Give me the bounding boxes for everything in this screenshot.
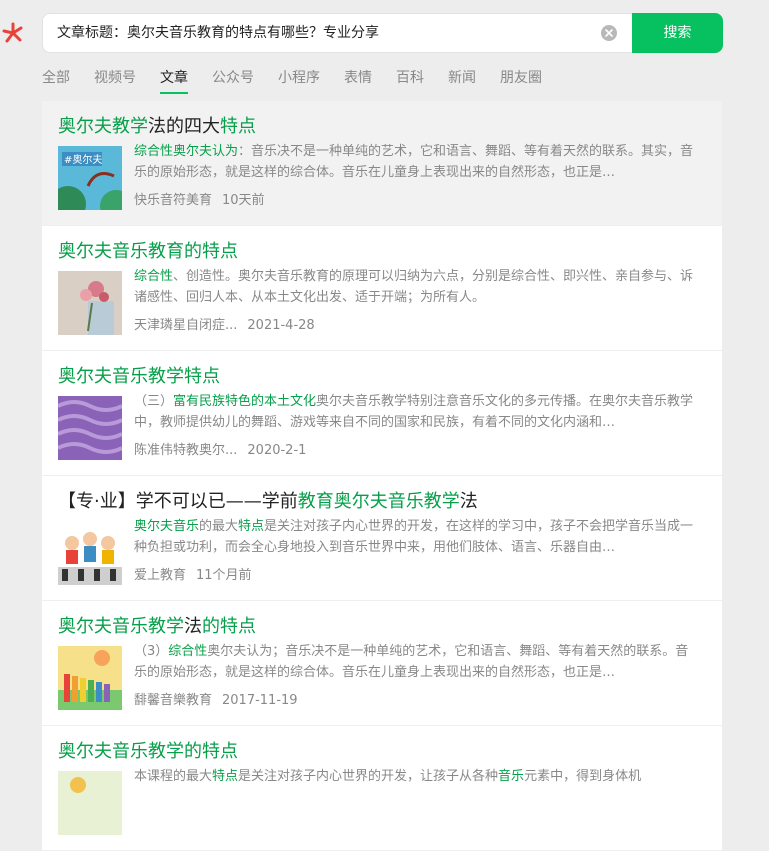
result-title[interactable]: 奥尔夫音乐教学特点 (58, 362, 220, 388)
search-results-list: 奥尔夫教学法的四大特点 #奥尔夫 综合性奥尔夫认为：音乐决不是一种单纯的艺术，它和语… (42, 101, 722, 851)
result-title-segment: 法的四大 (148, 116, 220, 137)
search-input[interactable] (57, 14, 597, 52)
result-snippet-segment: 特点 (238, 519, 265, 534)
tab-news[interactable]: 新闻 (448, 67, 476, 87)
result-title-segment: 法 (184, 616, 202, 637)
result-title-segment: 特点 (220, 116, 256, 137)
result-title-segment: 【专·业】学不可以已——学前 (58, 491, 298, 512)
svg-text:#奥尔夫: #奥尔夫 (64, 153, 102, 166)
result-snippet-segment: 是关注对孩子内心世界的开发，让孩子从各种 (238, 769, 499, 784)
result-thumbnail (58, 396, 122, 460)
result-thumbnail: #奥尔夫 (58, 146, 122, 210)
result-snippet-segment: 综合性 (134, 269, 174, 284)
tab-all[interactable]: 全部 (42, 67, 70, 87)
result-meta: 陈准伟特教奥尔... 2020-2-1 (134, 439, 306, 458)
result-meta: 爱上教育 11个月前 (134, 564, 252, 583)
result-date: 2017-11-19 (222, 693, 298, 708)
result-card[interactable]: 奥尔夫音乐教学法的特点 （3）综合性奥尔夫认为；音乐决不是一种单纯的艺术，它和语言… (42, 601, 722, 726)
tab-video-channel[interactable]: 视频号 (94, 67, 136, 87)
result-title[interactable]: 【专·业】学不可以已——学前教育奥尔夫音乐教学法 (58, 487, 478, 513)
result-title-segment: 奥尔夫音乐教学特点 (58, 366, 220, 387)
result-snippet-segment: 、创造性。奥尔夫音乐教育的原理可以归纳为六点，分别是综合性、即兴性、亲自参与、诉… (134, 269, 694, 305)
result-snippet: 综合性、创造性。奥尔夫音乐教育的原理可以归纳为六点，分别是综合性、即兴性、亲自参… (134, 266, 699, 308)
result-snippet-segment: 本课程的最大 (134, 769, 213, 784)
result-title[interactable]: 奥尔夫教学法的四大特点 (58, 112, 256, 138)
result-snippet: 奥尔夫音乐的最大特点是关注对孩子内心世界的开发，在这样的学习中，孩子不会把学音乐… (134, 516, 699, 558)
result-meta: 天津璘星自闭症... 2021-4-28 (134, 314, 315, 333)
result-source[interactable]: 陈准伟特教奥尔... (134, 443, 237, 458)
result-source[interactable]: 天津璘星自闭症... (134, 318, 237, 333)
result-title-segment: 奥尔夫音乐教学 (58, 616, 184, 637)
result-date: 11个月前 (196, 568, 252, 583)
result-date: 10天前 (222, 193, 265, 208)
result-card[interactable]: 奥尔夫音乐教学的特点本课程的最大特点是关注对孩子内心世界的开发，让孩子从各种音乐… (42, 726, 722, 851)
clear-search-button[interactable] (601, 25, 617, 41)
result-snippet: （3）综合性奥尔夫认为；音乐决不是一种单纯的艺术，它和语言、舞蹈、等有着天然的联… (134, 641, 699, 683)
result-date: 2021-4-28 (247, 318, 315, 333)
close-icon (605, 29, 613, 37)
result-thumbnail (58, 521, 122, 585)
result-title-segment: 奥尔夫音乐教学的特点 (58, 741, 238, 762)
result-snippet-segment: 富有民族特色的本土文化 (173, 394, 317, 409)
result-snippet-segment: 的最大 (199, 519, 239, 534)
result-title-segment: 奥尔夫音乐教育的特点 (58, 241, 238, 262)
result-snippet-segment: 综合性 (168, 644, 208, 659)
result-snippet-segment: 元素中，得到身体机 (524, 769, 642, 784)
result-title[interactable]: 奥尔夫音乐教学法的特点 (58, 612, 256, 638)
result-card[interactable]: 【专·业】学不可以已——学前教育奥尔夫音乐教学法奥尔夫音乐的最大特点是关注对孩子… (42, 476, 722, 601)
result-title-segment: 法 (459, 491, 478, 512)
result-snippet-segment: 综合性奥尔夫认为 (134, 144, 239, 159)
result-title-segment: 教育奥尔夫音乐教学 (297, 491, 460, 512)
result-title-segment: 的特点 (202, 616, 256, 637)
result-meta: 快乐音符美育 10天前 (134, 189, 265, 208)
result-snippet-segment: 音乐 (498, 769, 525, 784)
result-snippet-segment: （3） (134, 644, 169, 659)
result-snippet: 综合性奥尔夫认为：音乐决不是一种单纯的艺术，它和语言、舞蹈、等有着天然的联系。其… (134, 141, 699, 183)
tab-mini-programs[interactable]: 小程序 (278, 67, 320, 87)
result-meta: 馡馨音樂教育 2017-11-19 (134, 689, 298, 708)
result-date: 2020-2-1 (247, 443, 307, 458)
result-source[interactable]: 快乐音符美育 (134, 193, 212, 208)
result-title[interactable]: 奥尔夫音乐教育的特点 (58, 237, 238, 263)
tab-articles[interactable]: 文章 (160, 67, 188, 94)
result-source[interactable]: 爱上教育 (134, 568, 186, 583)
result-source[interactable]: 馡馨音樂教育 (134, 693, 212, 708)
tab-official-accounts[interactable]: 公众号 (212, 67, 254, 87)
result-snippet: （三）富有民族特色的本土文化奥尔夫音乐教学特别注意音乐文化的多元传播。在奥尔夫音… (134, 391, 699, 433)
result-card[interactable]: 奥尔夫教学法的四大特点 #奥尔夫 综合性奥尔夫认为：音乐决不是一种单纯的艺术，它和语… (42, 101, 722, 226)
result-thumbnail (58, 646, 122, 710)
result-snippet: 本课程的最大特点是关注对孩子内心世界的开发，让孩子从各种音乐元素中，得到身体机 (134, 766, 699, 787)
tab-stickers[interactable]: 表情 (344, 67, 372, 87)
result-title-segment: 奥尔夫教学 (58, 116, 148, 137)
search-bar: 搜索 (42, 13, 723, 53)
result-thumbnail (58, 771, 122, 835)
tab-moments[interactable]: 朋友圈 (500, 67, 542, 87)
tab-encyclopedia[interactable]: 百科 (396, 67, 424, 87)
result-snippet-segment: 奥尔夫认为；音乐决不是一种单纯的艺术，它和语言、舞蹈、等有着天然的联系。音乐的原… (134, 644, 689, 680)
wechat-search-logo-icon (2, 22, 23, 43)
search-button[interactable]: 搜索 (632, 13, 723, 53)
result-snippet-segment: （三） (134, 394, 174, 409)
result-snippet-segment: 奥尔夫音乐 (134, 519, 200, 534)
result-card[interactable]: 奥尔夫音乐教学特点 （三）富有民族特色的本土文化奥尔夫音乐教学特别注意音乐文化的多… (42, 351, 722, 476)
result-card[interactable]: 奥尔夫音乐教育的特点综合性、创造性。奥尔夫音乐教育的原理可以归纳为六点，分别是综… (42, 226, 722, 351)
result-thumbnail (58, 271, 122, 335)
result-snippet-segment: 特点 (212, 769, 239, 784)
result-title[interactable]: 奥尔夫音乐教学的特点 (58, 737, 238, 763)
